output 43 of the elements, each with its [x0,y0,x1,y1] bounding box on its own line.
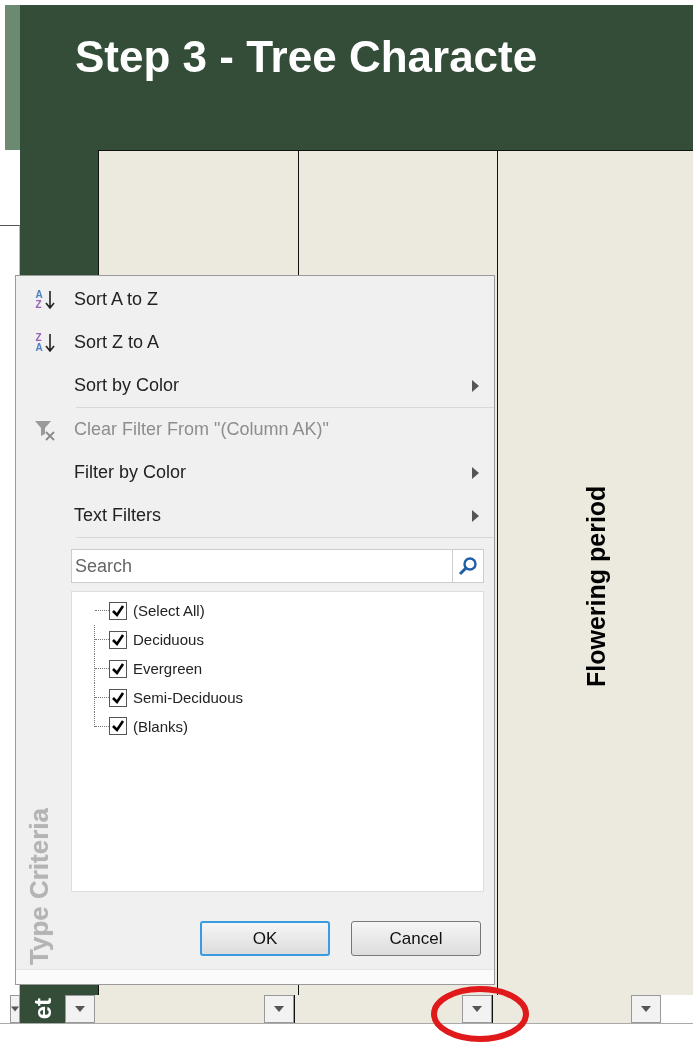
caret-icon [641,1006,651,1012]
checkbox[interactable] [109,630,127,649]
checkmark-icon [111,719,125,733]
clear-filter-icon [34,418,56,441]
menu-item[interactable]: Filter by Color [16,451,494,494]
checkbox-label[interactable]: (Blanks) [133,718,188,735]
filter-dropdown-button[interactable] [10,995,20,1023]
submenu-arrow-icon [472,510,479,522]
checkbox-label[interactable]: (Select All) [133,602,205,619]
filter-dropdown-button[interactable] [65,995,95,1023]
sheet-title: Step 3 - Tree Characte [75,32,539,82]
vertical-header-text: Type Criteria [24,807,55,965]
menu-item[interactable]: Text Filters [16,494,494,537]
cancel-button[interactable]: Cancel [351,921,481,956]
checkbox[interactable] [109,659,127,678]
submenu-arrow-icon [472,467,479,479]
checkbox[interactable] [109,601,127,620]
checkmark-icon [111,661,125,676]
search-field[interactable]: Search [71,549,452,583]
checkbox-label[interactable]: Deciduous [133,631,204,648]
menu-item[interactable]: A Z Sort A to Z [16,278,494,321]
submenu-arrow-icon [472,380,479,392]
ok-button[interactable]: OK [200,921,330,956]
menu-item[interactable]: Sort by Color [16,364,494,407]
caret-icon [274,1006,284,1012]
filter-dropdown-button[interactable] [264,995,294,1023]
checkbox-label[interactable]: Evergreen [133,660,203,677]
column-header-text: et [30,998,55,1020]
menu-item[interactable]: Z A Sort Z to A [16,321,494,364]
column-header-text: Flowering period [580,484,611,689]
checkmark-icon [111,603,125,618]
caret-icon [472,1006,482,1012]
checkmark-icon [111,632,125,647]
checkmark-icon [111,690,125,705]
checkbox[interactable] [109,717,127,735]
filter-dropdown-button[interactable] [631,995,661,1023]
search-button[interactable] [452,549,484,583]
checkbox[interactable] [109,688,127,707]
checkbox-label[interactable]: Semi-Deciduous [133,689,244,706]
caret-icon [11,1006,19,1012]
caret-icon [75,1006,85,1012]
filter-dropdown-button[interactable] [462,995,492,1023]
search-icon [458,556,478,576]
